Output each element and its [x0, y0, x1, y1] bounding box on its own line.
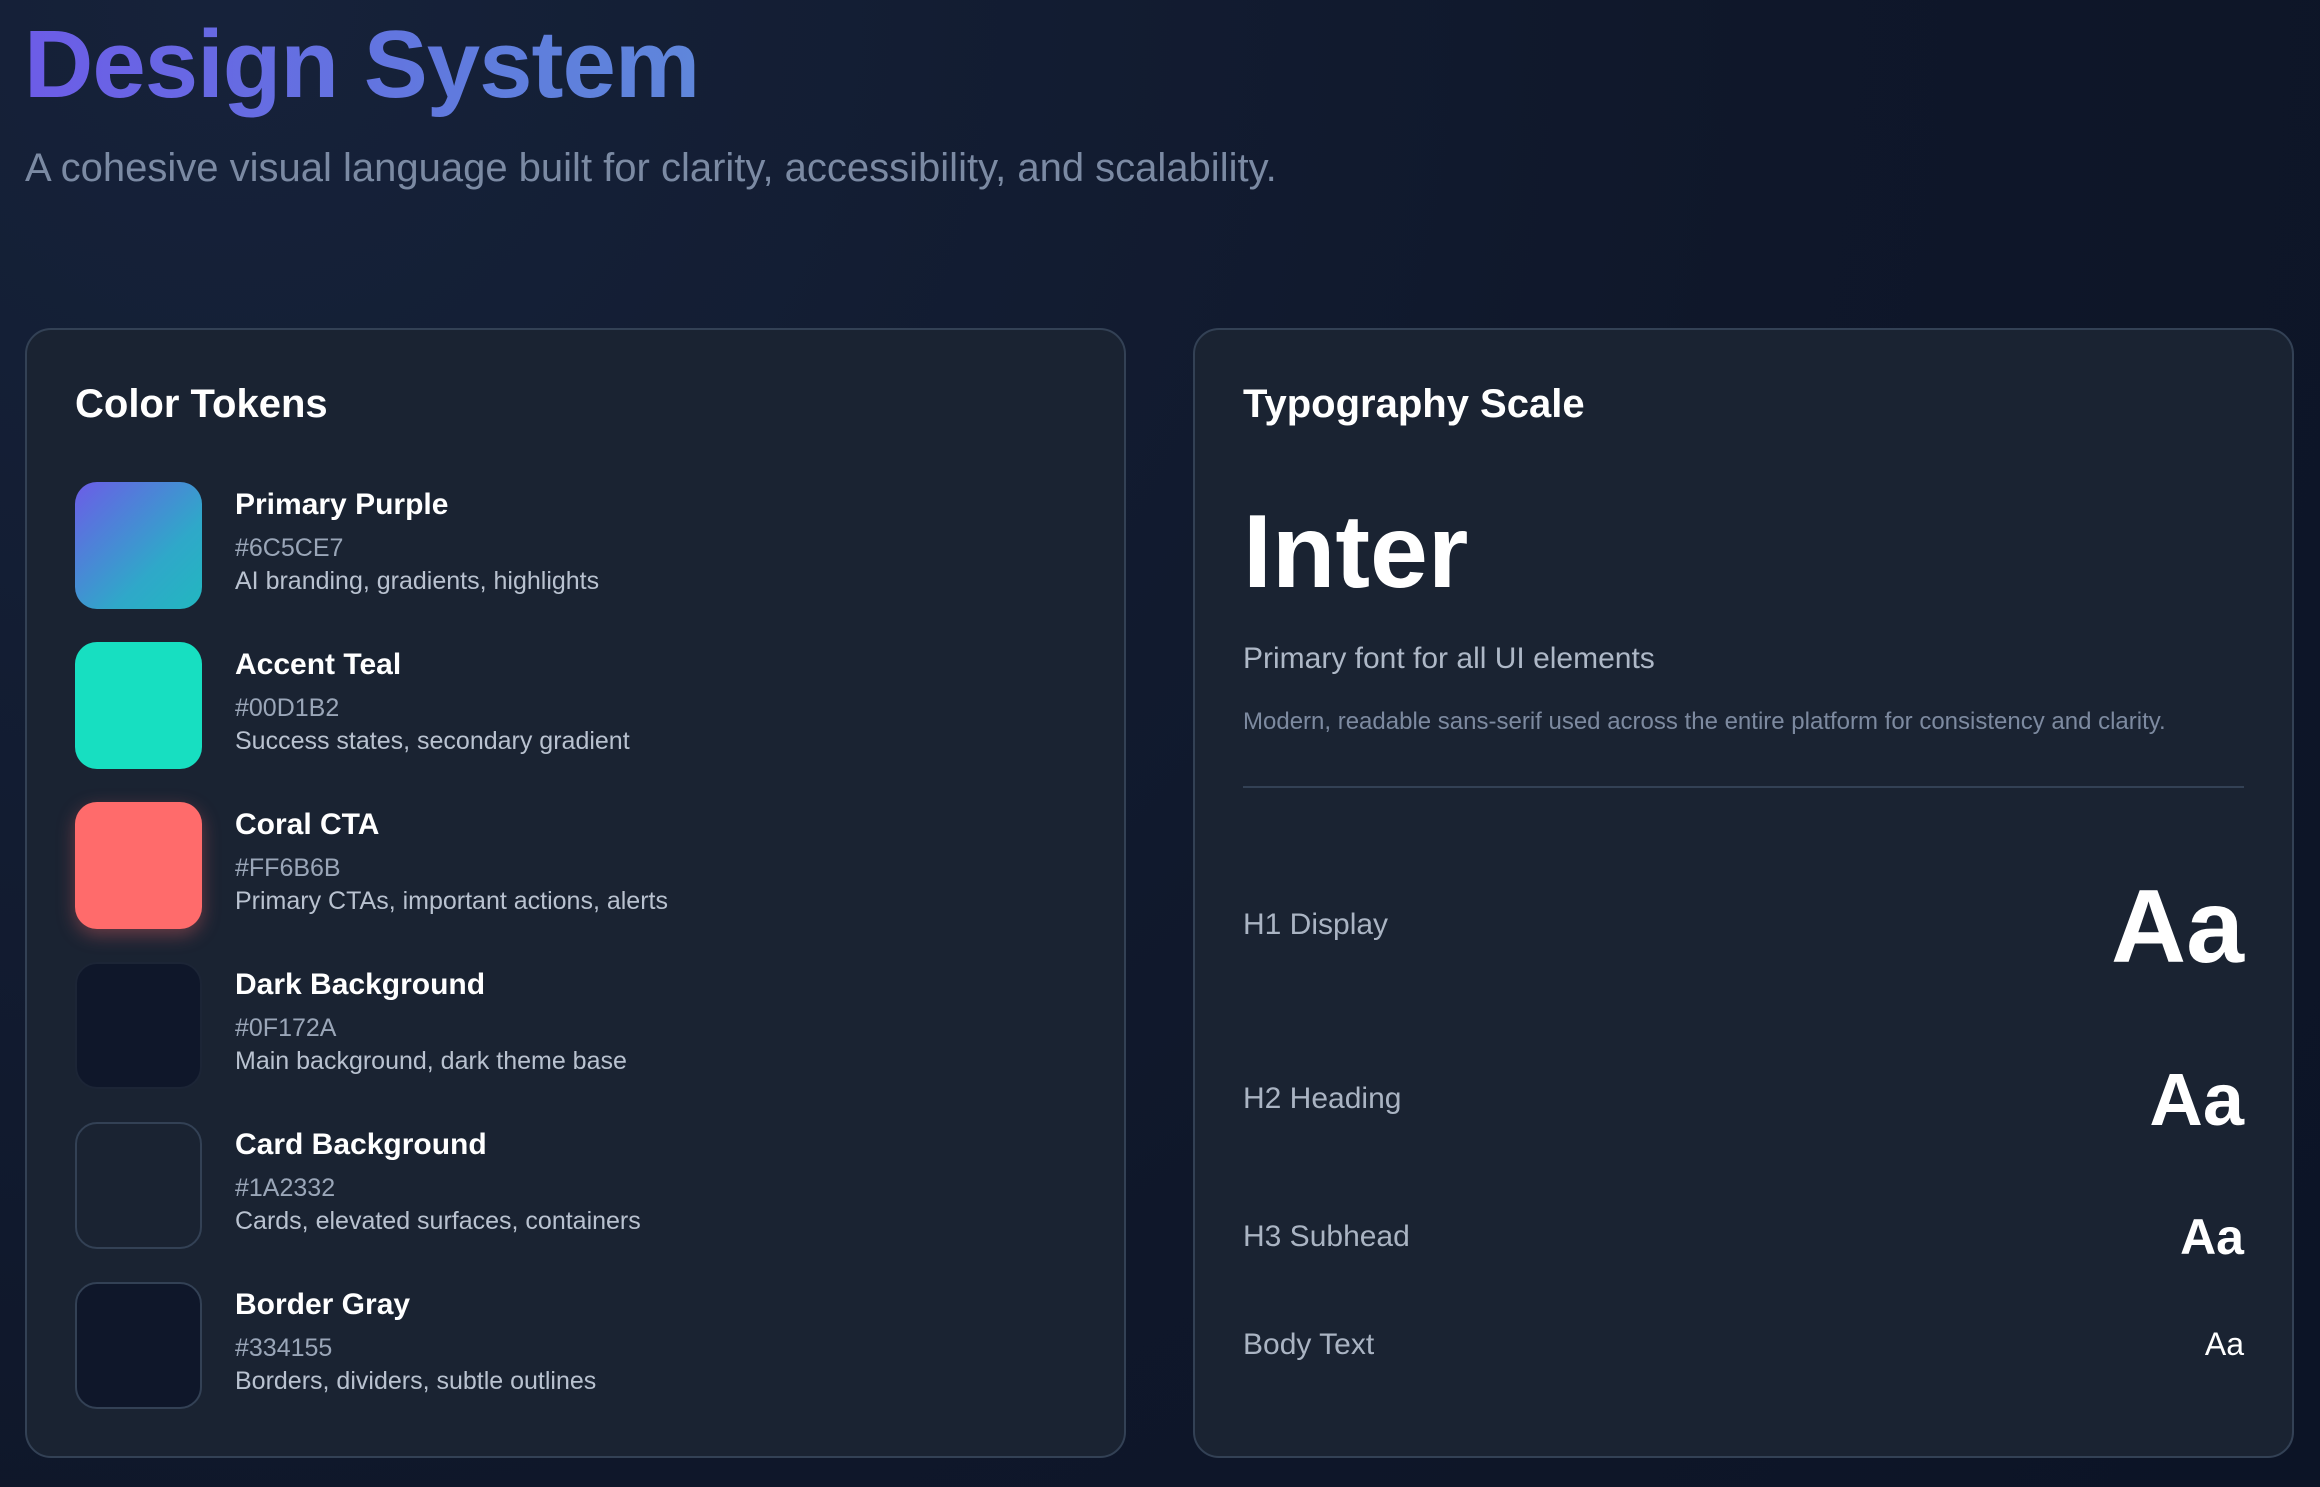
scale-label-h2: H2 Heading: [1243, 1082, 1402, 1115]
font-purpose: Primary font for all UI elements: [1243, 642, 1655, 675]
color-token-name: Card Background: [235, 1128, 487, 1161]
color-token-list: Primary Purple #6C5CE7 AI branding, grad…: [75, 482, 1076, 1442]
scale-label-h3: H3 Subhead: [1243, 1220, 1410, 1253]
color-token-hex: #00D1B2: [235, 694, 340, 722]
color-token-coral-cta: Coral CTA #FF6B6B Primary CTAs, importan…: [75, 802, 1076, 962]
color-token-name: Border Gray: [235, 1288, 411, 1321]
scale-label-body: Body Text: [1243, 1328, 1375, 1361]
color-token-hex: #334155: [235, 1334, 333, 1362]
scale-label-h1: H1 Display: [1243, 908, 1389, 941]
color-token-usage: Success states, secondary gradient: [235, 727, 630, 755]
page-subtitle: A cohesive visual language built for cla…: [25, 146, 1277, 190]
color-token-border-gray: Border Gray #334155 Borders, dividers, s…: [75, 1282, 1076, 1442]
color-tokens-title: Color Tokens: [75, 382, 328, 426]
font-name: Inter: [1243, 494, 1469, 610]
color-token-name: Primary Purple: [235, 488, 449, 521]
color-token-dark-background: Dark Background #0F172A Main background,…: [75, 962, 1076, 1122]
color-token-hex: #0F172A: [235, 1014, 337, 1042]
color-swatch: [75, 642, 202, 769]
typography-divider: [1243, 786, 2244, 788]
typography-scale-title: Typography Scale: [1243, 382, 1585, 426]
color-swatch: [75, 962, 202, 1089]
color-token-hex: #1A2332: [235, 1174, 336, 1202]
scale-sample-h1: Aa: [2111, 869, 2244, 985]
color-token-primary-purple: Primary Purple #6C5CE7 AI branding, grad…: [75, 482, 1076, 642]
color-token-accent-teal: Accent Teal #00D1B2 Success states, seco…: [75, 642, 1076, 802]
color-token-usage: Primary CTAs, important actions, alerts: [235, 887, 668, 915]
color-token-usage: Cards, elevated surfaces, containers: [235, 1207, 641, 1235]
color-token-hex: #6C5CE7: [235, 534, 344, 562]
color-token-usage: Main background, dark theme base: [235, 1047, 627, 1075]
typography-scale-card: Typography Scale Inter Primary font for …: [1193, 328, 2294, 1458]
color-token-name: Coral CTA: [235, 808, 380, 841]
scale-sample-body: Aa: [2204, 1326, 2244, 1362]
color-token-name: Accent Teal: [235, 648, 402, 681]
color-token-hex: #FF6B6B: [235, 854, 341, 882]
scale-sample-h3: Aa: [2180, 1209, 2244, 1265]
color-token-usage: AI branding, gradients, highlights: [235, 567, 600, 595]
color-token-name: Dark Background: [235, 968, 486, 1001]
color-token-card-background: Card Background #1A2332 Cards, elevated …: [75, 1122, 1076, 1282]
color-swatch: [75, 1122, 202, 1249]
color-swatch: [75, 482, 202, 609]
color-tokens-card: Color Tokens Primary Purple #6C5CE7 AI b…: [25, 328, 1126, 1458]
color-swatch: [75, 1282, 202, 1409]
page-title: Design System: [24, 11, 700, 118]
scale-sample-h2: Aa: [2149, 1058, 2244, 1141]
color-swatch: [75, 802, 202, 929]
font-description: Modern, readable sans-serif used across …: [1243, 708, 2166, 735]
color-token-usage: Borders, dividers, subtle outlines: [235, 1367, 597, 1395]
